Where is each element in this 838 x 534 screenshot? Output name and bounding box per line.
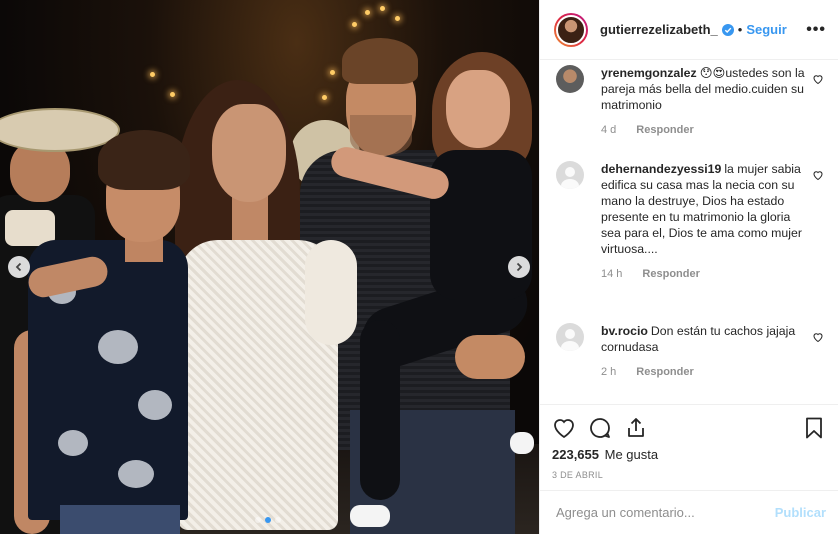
woman-face [212,104,286,202]
woman-sleeve [305,240,357,345]
share-icon[interactable] [624,416,648,440]
carousel-prev-button[interactable] [8,256,30,278]
post-actions: 223,655 Me gusta 3 DE ABRIL [540,404,838,484]
like-comment-heart-icon[interactable] [812,169,824,181]
comment-item: dehernandezyessi19 la mujer sabia edifica… [556,161,824,282]
like-heart-icon[interactable] [552,416,576,440]
mariachi-sombrero [0,108,120,152]
reply-button[interactable]: Responder [636,366,693,378]
follow-button[interactable]: Seguir [746,22,786,37]
girl-shoe [510,432,534,454]
save-bookmark-icon[interactable] [802,416,826,440]
commenter-username[interactable]: yrenemgonzalez [601,66,697,80]
carousel-dot [275,517,281,523]
comment-item: yrenemgonzalez 😯😍ustedes son la pareja má… [556,65,824,138]
likes-number: 223,655 [552,447,599,462]
comment-meta: 14 h Responder [601,266,809,282]
likes-count[interactable]: 223,655 Me gusta [552,447,826,462]
comment-time[interactable]: 4 d [601,124,616,136]
carousel-dot-active [265,517,271,523]
post-photo[interactable] [0,0,539,534]
girl-face [446,70,510,148]
man-hair [342,38,418,84]
commenter-username[interactable]: dehernandezyessi19 [601,162,721,176]
comment-bubble-icon[interactable] [588,416,612,440]
add-comment-bar: Agrega un comentario... Publicar [540,490,838,534]
comment-time[interactable]: 14 h [601,268,622,280]
post-date[interactable]: 3 DE ABRIL [552,470,826,480]
boy-hair [98,130,190,190]
like-comment-heart-icon[interactable] [812,73,824,85]
girl-shoe [350,505,390,527]
post-side-panel: gutierrezelizabeth_ • Seguir ••• yrenemg… [539,0,838,534]
chevron-right-icon [516,262,523,272]
commenter-avatar[interactable] [556,65,584,93]
carousel-dot [255,517,261,523]
publish-button[interactable]: Publicar [775,505,826,520]
boy-jeans [60,505,180,534]
like-comment-heart-icon[interactable] [812,331,824,343]
reply-button[interactable]: Responder [636,124,693,136]
post-header: gutierrezelizabeth_ • Seguir ••• [540,0,838,60]
comment-text: la mujer sabia edifica su casa mas la ne… [601,162,802,256]
commenter-username[interactable]: bv.rocio [601,324,648,338]
reply-button[interactable]: Responder [642,268,699,280]
author-avatar[interactable] [554,12,588,47]
comment-time[interactable]: 2 h [601,366,616,378]
comment-input[interactable]: Agrega un comentario... [556,505,695,520]
man-hand [455,335,525,379]
header-separator: • [737,22,743,37]
commenter-avatar[interactable] [556,161,584,189]
author-username[interactable]: gutierrezelizabeth_ [600,22,718,37]
likes-label: Me gusta [604,447,659,462]
comment-meta: 2 h Responder [601,364,809,380]
comments-list[interactable]: yrenemgonzalez 😯😍ustedes son la pareja má… [540,60,838,404]
carousel-dots [255,517,281,523]
carousel-next-button[interactable] [508,256,530,278]
more-options-button[interactable]: ••• [806,21,826,39]
comment-item: bv.rocio Don están tu cachos jajaja cornu… [556,323,824,380]
commenter-avatar[interactable] [556,323,584,351]
chevron-left-icon [15,262,22,272]
girl-leg [360,320,400,500]
comment-meta: 4 d Responder [601,122,809,138]
verified-badge-icon [721,23,734,36]
action-icons [552,413,826,443]
